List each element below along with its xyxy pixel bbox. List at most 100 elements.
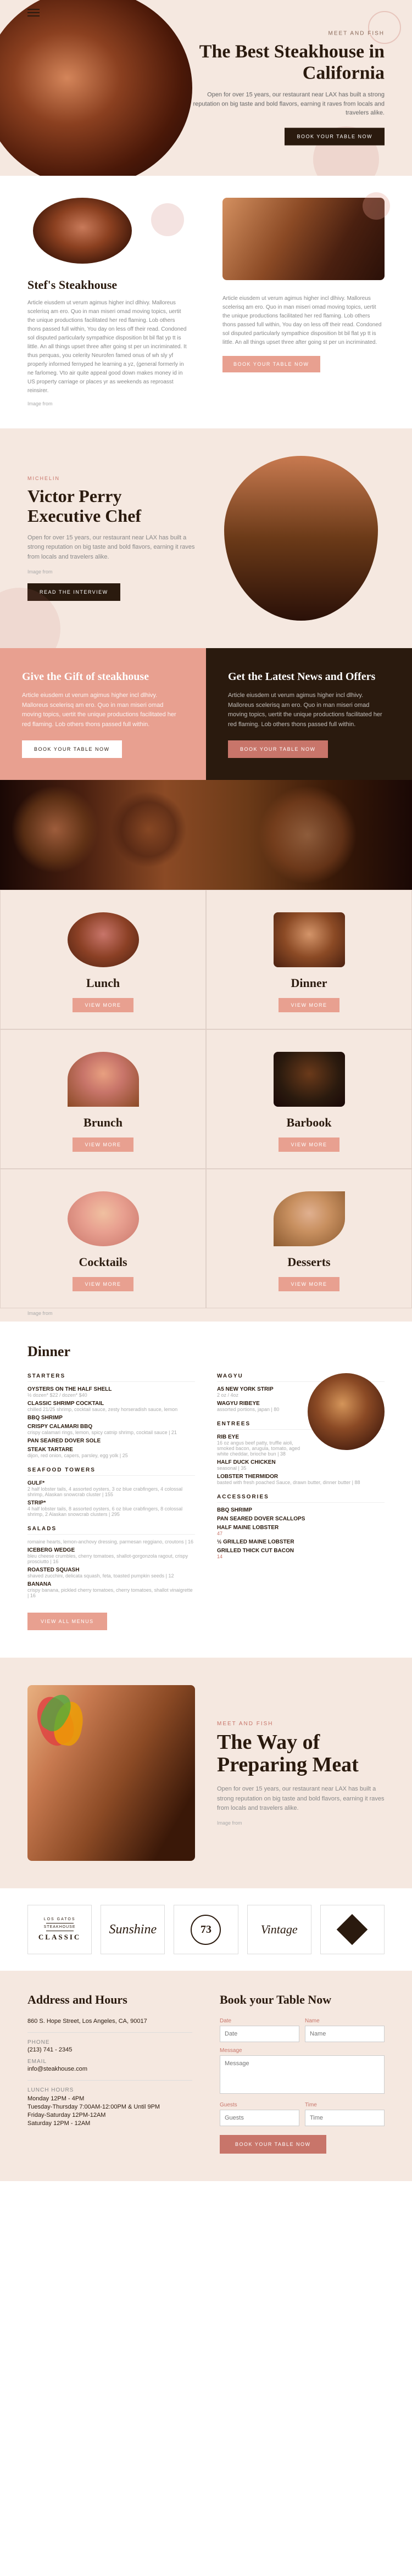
stef-right-body: Article eiusdem ut verum agimus higher i… [222,294,385,347]
footer-hours3: Friday-Saturday 12PM-12AM [27,2112,192,2118]
gift-cta-button[interactable]: BOOK YOUR TABLE NOW [22,740,122,758]
stef-cta-button[interactable]: BOOK YOUR TABLE NOW [222,356,320,372]
menu-brunch-button[interactable]: VIEW MORE [73,1138,133,1152]
chef-name: Victor Perry Executive Chef [27,487,195,525]
prep-title: The Way of Preparing Meat [217,1731,385,1777]
footer-hours: Monday 12PM - 4PM [27,2095,192,2102]
dinner-menu-section: Dinner STARTERS OYSTERS ON THE HALF SHEL… [0,1322,412,1658]
news-cta-button[interactable]: BOOK YOUR TABLE NOW [228,740,328,758]
stef-title: Stef's Steakhouse [27,278,190,292]
gift-card: Give the Gift of steakhouse Article eius… [0,648,206,780]
menu-item-barbook: Barbook VIEW MORE [206,1029,412,1169]
chef-section: MICHELIN Victor Perry Executive Chef Ope… [0,428,412,648]
food-strip [0,780,412,890]
footer-address-col: Address and Hours 860 S. Hope Street, Lo… [27,1993,192,2154]
dinner-left-col: STARTERS OYSTERS ON THE HALF SHELL½ doze… [27,1373,195,1607]
menu-cocktails-title: Cocktails [79,1255,127,1269]
prep-content: MEET AND FISH The Way of Preparing Meat … [217,1721,385,1826]
logo-sunshine: Sunshine [101,1905,165,1954]
logo-diamond-icon [337,1914,368,1945]
logo-vintage-text: Vintage [261,1922,298,1937]
gift-title: Give the Gift of steakhouse [22,670,184,683]
menu-item-lunch: Lunch VIEW MORE [0,890,206,1029]
logo-classic-text: CLASSIC [38,1933,81,1942]
chef-right [217,456,385,621]
menu-item-cocktails: Cocktails VIEW MORE [0,1169,206,1308]
footer-name-label: Name [305,2018,385,2024]
footer-hours-label: Lunch Hours [27,2087,192,2093]
seafood-category: SEAFOOD TOWERS GULF*2 half lobster tails… [27,1467,195,1517]
menu-cocktails-button[interactable]: VIEW MORE [73,1277,133,1291]
menu-barbook-title: Barbook [287,1116,332,1130]
footer-section: Address and Hours 860 S. Hope Street, Lo… [0,1971,412,2181]
footer-name-input[interactable] [305,2026,385,2042]
footer-guests-input[interactable] [220,2110,299,2126]
footer-email: info@steakhouse.com [27,2066,192,2072]
stef-body: Article eiusdem ut verum agimus higher i… [27,299,190,395]
chef-image [224,456,378,621]
footer-hours2: Tuesday-Thursday 7:00AM-12:00PM & Until … [27,2104,192,2110]
hero-title: The Best Steakhouse in California [187,41,385,84]
menu-dinner-title: Dinner [291,976,327,990]
menu-dinner-button[interactable]: VIEW MORE [279,998,339,1012]
hero-cta-button[interactable]: BOOK YOUR TABLE NOW [285,127,385,145]
prep-image-from: Image from [217,1820,385,1826]
footer-phone-label: Phone [27,2039,192,2045]
menu-grid-section: Lunch VIEW MORE Dinner VIEW MORE Brunch … [0,890,412,1308]
footer-phone: (213) 741 - 2345 [27,2047,192,2053]
hero-meat-image [0,0,192,176]
menu-grid-image-from: Image from [0,1308,412,1322]
news-title: Get the Latest News and Offers [228,670,390,683]
footer-date-label: Date [220,2018,299,2024]
footer-booking-title: Book your Table Now [220,1993,385,2007]
footer-address-title: Address and Hours [27,1993,192,2007]
stef-food-decoration [27,198,190,269]
prep-section: MEET AND FISH The Way of Preparing Meat … [0,1658,412,1888]
news-card: Get the Latest News and Offers Article e… [206,648,412,780]
logo-diamond [320,1905,385,1954]
hero-content: MEET AND FISH The Best Steakhouse in Cal… [187,31,385,146]
stef-right: Article eiusdem ut verum agimus higher i… [206,198,385,406]
footer-message-input[interactable] [220,2055,385,2094]
menu-barbook-button[interactable]: VIEW MORE [279,1138,339,1152]
view-all-menus-button[interactable]: VIEW ALL MENUS [27,1613,107,1630]
menu-item-brunch: Brunch VIEW MORE [0,1029,206,1169]
logo-number-text: 73 [201,1923,211,1936]
gift-body: Article eiusdem ut verum agimus higher i… [22,691,184,729]
chef-left: MICHELIN Victor Perry Executive Chef Ope… [27,476,195,600]
menu-brunch-title: Brunch [83,1116,123,1130]
footer-guests-label: Guests [220,2102,299,2108]
stef-image-from: Image from [27,401,190,406]
logo-vintage: Vintage [247,1905,311,1954]
nav-hamburger[interactable] [27,9,40,16]
salads-category: SALADS romaine hearts, lemon-anchovy dre… [27,1526,195,1598]
chef-body: Open for over 15 years, our restaurant n… [27,533,195,562]
dinner-menu-title: Dinner [27,1343,385,1360]
prep-food-image [27,1685,195,1861]
footer-street: 860 S. Hope Street, Los Angeles, CA, 900… [27,2018,192,2025]
stef-right-food [222,198,385,286]
chef-image-from: Image from [27,569,195,575]
stef-left: Stef's Steakhouse Article eiusdem ut ver… [27,198,206,406]
footer-email-label: Email [27,2059,192,2065]
hero-section: MEET AND FISH The Best Steakhouse in Cal… [0,0,412,176]
prep-body: Open for over 15 years, our restaurant n… [217,1785,385,1814]
gift-news-section: Give the Gift of steakhouse Article eius… [0,648,412,780]
footer-date-input[interactable] [220,2026,299,2042]
hero-description: Open for over 15 years, our restaurant n… [187,91,385,118]
steakhouse-section: Stef's Steakhouse Article eiusdem ut ver… [0,176,412,428]
menu-desserts-title: Desserts [287,1255,330,1269]
menu-item-dinner: Dinner VIEW MORE [206,890,412,1029]
menu-lunch-button[interactable]: VIEW MORE [73,998,133,1012]
footer-time-input[interactable] [305,2110,385,2126]
logo-sunshine-text: Sunshine [109,1922,157,1937]
prep-image-wrap [27,1685,195,1861]
menu-lunch-title: Lunch [86,976,120,990]
footer-message-label: Message [220,2048,385,2054]
dinner-right-col: WAGYU A5 NEW YORK STRIP2 oz / 4oz WAGYU … [217,1373,385,1607]
accessories-category: ACCESSORIES BBQ SHRIMP PAN SEARED DOVER … [217,1494,385,1559]
footer-book-button[interactable]: BOOK YOUR TABLE NOW [220,2135,326,2154]
footer-hours4: Saturday 12PM - 12AM [27,2120,192,2127]
menu-desserts-button[interactable]: VIEW MORE [279,1277,339,1291]
logo-classic: LOS GATOS STEAKHOUSE CLASSIC [27,1905,92,1954]
